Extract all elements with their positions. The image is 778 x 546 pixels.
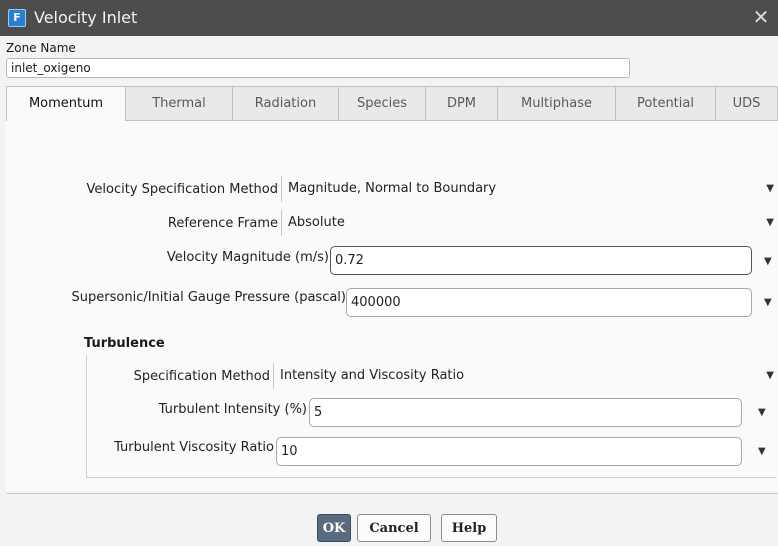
zone-name-label: Zone Name <box>6 41 76 55</box>
title-bar: F Velocity Inlet ✕ <box>0 0 778 36</box>
fluent-app-icon: F <box>8 9 26 27</box>
turbulent-intensity-label: Turbulent Intensity (%) <box>158 402 307 417</box>
reference-frame-value: Absolute <box>288 215 345 230</box>
ok-button[interactable]: OK <box>317 514 351 542</box>
chevron-down-icon[interactable]: ▼ <box>766 363 774 388</box>
turbulent-viscosity-ratio-label: Turbulent Viscosity Ratio <box>114 440 274 455</box>
zone-name-field[interactable] <box>6 58 630 78</box>
gauge-pressure-label: Supersonic/Initial Gauge Pressure (pasca… <box>71 290 346 305</box>
tab-bar: Momentum Thermal Radiation Species DPM M… <box>6 86 778 122</box>
close-icon[interactable]: ✕ <box>750 5 772 29</box>
turbulence-spec-method-label: Specification Method <box>133 369 270 384</box>
chevron-down-icon[interactable]: ▼ <box>764 256 772 267</box>
tab-thermal[interactable]: Thermal <box>126 86 233 121</box>
reference-frame-select[interactable]: Absolute ▼ <box>281 210 778 236</box>
turbulence-group-title: Turbulence <box>84 336 165 351</box>
cancel-button[interactable]: Cancel <box>357 514 431 542</box>
turbulence-spec-method-select[interactable]: Intensity and Viscosity Ratio ▼ <box>273 363 778 389</box>
chevron-down-icon[interactable]: ▼ <box>766 176 774 201</box>
velocity-magnitude-label: Velocity Magnitude (m/s) <box>166 250 329 265</box>
turbulent-viscosity-ratio-input[interactable] <box>276 437 742 466</box>
chevron-down-icon[interactable]: ▼ <box>758 446 766 457</box>
velocity-spec-label: Velocity Specification Method <box>86 182 278 197</box>
velocity-spec-select[interactable]: Magnitude, Normal to Boundary ▼ <box>281 176 778 202</box>
chevron-down-icon[interactable]: ▼ <box>764 297 772 308</box>
chevron-down-icon[interactable]: ▼ <box>766 210 774 235</box>
turbulence-spec-method-value: Intensity and Viscosity Ratio <box>280 368 465 383</box>
tab-species[interactable]: Species <box>339 86 426 121</box>
velocity-magnitude-input[interactable] <box>330 246 752 275</box>
help-button[interactable]: Help <box>441 514 497 542</box>
chevron-down-icon[interactable]: ▼ <box>758 407 766 418</box>
window-title: Velocity Inlet <box>34 8 138 27</box>
tab-uds[interactable]: UDS <box>716 86 778 121</box>
velocity-spec-value: Magnitude, Normal to Boundary <box>288 181 497 196</box>
tab-multiphase[interactable]: Multiphase <box>498 86 616 121</box>
tab-potential[interactable]: Potential <box>616 86 716 121</box>
turbulent-intensity-input[interactable] <box>309 398 742 427</box>
tab-dpm[interactable]: DPM <box>426 86 498 121</box>
tab-momentum[interactable]: Momentum <box>6 86 126 122</box>
tab-radiation[interactable]: Radiation <box>233 86 339 121</box>
reference-frame-label: Reference Frame <box>167 216 278 231</box>
footer-divider <box>6 493 778 494</box>
gauge-pressure-input[interactable] <box>346 288 752 317</box>
